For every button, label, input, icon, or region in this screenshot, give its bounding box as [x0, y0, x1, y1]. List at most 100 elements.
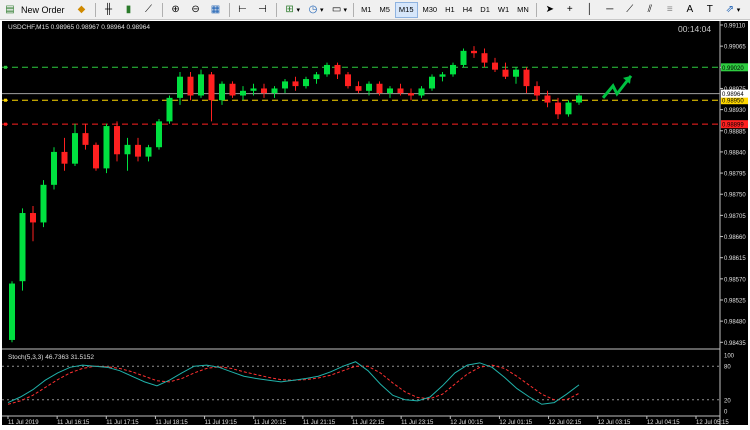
level-price-label: 0.98899: [722, 123, 744, 129]
candle-body: [460, 50, 467, 65]
timeframe-mn[interactable]: MN: [514, 2, 532, 18]
time-tick-label: 11 Jul 22:15: [352, 420, 385, 425]
level-price-label: 0.98950: [722, 99, 744, 105]
text-tool-button[interactable]: A: [681, 2, 699, 18]
candle-body: [418, 88, 425, 96]
candle-body: [261, 88, 267, 94]
horizontal-line-button[interactable]: ─: [601, 2, 619, 18]
timeframe-m5[interactable]: M5: [376, 2, 392, 18]
candle-body: [145, 147, 152, 157]
candle-body: [72, 133, 78, 164]
main-toolbar: ▤ New Order ◆ ╫ ▮ ⟋ ⊕ ⊖ ▦ ⊢ ⊣ ⊞ ▾ ◷ ▾ ▭ ▾ M…: [0, 0, 750, 20]
candle-body: [576, 95, 582, 103]
channel-button[interactable]: ⫽: [641, 2, 659, 18]
candle-body: [208, 74, 215, 101]
candlestick-button[interactable]: ▮: [120, 2, 138, 18]
channel-icon: ⫽: [647, 3, 653, 15]
arrows-tool-icon: ⇗: [725, 3, 734, 15]
candle-body: [303, 79, 309, 87]
candle-body: [198, 74, 204, 96]
zoom-out-button[interactable]: ⊖: [187, 2, 205, 18]
time-tick-label: 11 Jul 19:15: [205, 420, 238, 425]
price-tick-label: 0.98885: [724, 129, 746, 135]
price-tick-label: 0.98435: [724, 341, 746, 347]
timeframe-h1[interactable]: H1: [442, 2, 458, 18]
candle-body: [219, 83, 225, 101]
horizontal-line-icon: ─: [606, 3, 614, 15]
zoom-in-icon: ⊕: [171, 3, 180, 15]
zoom-in-button[interactable]: ⊕: [167, 2, 185, 18]
candle-body: [19, 213, 26, 282]
label-tool-button[interactable]: T: [701, 2, 719, 18]
stoch-tick-label: 100: [724, 354, 735, 360]
candle-body: [555, 102, 561, 115]
time-tick-label: 11 Jul 17:15: [106, 420, 139, 425]
time-tick-label: 12 Jul 05:15: [696, 420, 729, 425]
trendline-button[interactable]: ⟋: [621, 2, 639, 18]
time-tick-label: 12 Jul 03:15: [598, 420, 631, 425]
candle-body: [376, 83, 383, 94]
candle-body: [61, 151, 68, 164]
autoscroll-button[interactable]: ⊣: [254, 2, 272, 18]
fibonacci-button[interactable]: ≡: [661, 2, 679, 18]
price-tick-label: 0.98795: [724, 172, 746, 178]
autotrading-button[interactable]: ◆: [73, 2, 91, 18]
timeframe-m30[interactable]: M30: [420, 2, 441, 18]
candle-body: [229, 83, 236, 96]
stoch-tick-label: 80: [724, 365, 731, 371]
timeframe-d1[interactable]: D1: [477, 2, 493, 18]
timeframe-m15[interactable]: M15: [394, 1, 418, 18]
time-tick-label: 11 Jul 18:15: [155, 420, 188, 425]
indicators-button[interactable]: ⊞ ▾: [281, 2, 303, 18]
tile-windows-button[interactable]: ▦: [207, 2, 225, 18]
line-chart-button[interactable]: ⟋: [140, 2, 158, 18]
candle-body: [124, 144, 131, 155]
candle-timer: 00:14:04: [678, 24, 711, 34]
candle-body: [292, 81, 299, 87]
candle-body: [534, 86, 540, 96]
price-tick-label: 0.98840: [724, 150, 746, 156]
time-tick-label: 11 Jul 20:15: [254, 420, 287, 425]
candlestick-icon: ▮: [125, 3, 132, 15]
price-tick-label: 0.98750: [724, 193, 746, 199]
arrows-tool-button[interactable]: ⇗ ▾: [721, 2, 743, 18]
candle-body: [387, 88, 393, 94]
candle-body: [40, 184, 47, 223]
timeframe-h4[interactable]: H4: [460, 2, 476, 18]
new-order-label: New Order: [21, 4, 65, 15]
chart-canvas[interactable]: USDCHF,M15 0.98965 0.98967 0.98964 0.989…: [2, 21, 748, 425]
stoch-tick-label: 0: [724, 410, 728, 416]
candle-body: [240, 90, 246, 96]
stoch-main-line: [7, 361, 580, 405]
candle-body: [492, 62, 498, 70]
timeframe-m1[interactable]: M1: [358, 2, 374, 18]
price-tick-label: 0.98660: [724, 235, 746, 241]
bar-chart-button[interactable]: ╫: [100, 2, 118, 18]
crosshair-tool-button[interactable]: +: [561, 2, 579, 18]
candle-body: [408, 93, 414, 96]
label-tool-icon: T: [706, 3, 713, 15]
autotrading-icon: ◆: [77, 3, 86, 15]
candle-body: [544, 95, 551, 103]
price-tick-label: 0.98480: [724, 320, 746, 326]
timeframe-w1[interactable]: W1: [495, 2, 512, 18]
new-order-button[interactable]: ▤ New Order: [1, 2, 71, 18]
price-tick-label: 0.98570: [724, 277, 746, 283]
vertical-line-button[interactable]: │: [581, 2, 599, 18]
candle-body: [282, 81, 288, 89]
toolbar-separator: [161, 2, 163, 17]
candle-body: [513, 69, 519, 77]
candle-body: [439, 74, 446, 77]
stoch-tick-label: 20: [724, 398, 731, 404]
candle-body: [30, 213, 36, 223]
chart-shift-button[interactable]: ⊢: [234, 2, 252, 18]
time-tick-label: 12 Jul 04:15: [647, 420, 680, 425]
periods-button[interactable]: ◷ ▾: [304, 2, 326, 18]
price-tick-label: 0.98705: [724, 214, 746, 220]
candle-body: [523, 69, 530, 87]
time-tick-label: 11 Jul 23:15: [401, 420, 434, 425]
candle-body: [450, 64, 456, 75]
templates-button[interactable]: ▭ ▾: [328, 2, 350, 18]
chart-window[interactable]: USDCHF,M15 0.98965 0.98967 0.98964 0.989…: [2, 21, 748, 425]
cursor-tool-button[interactable]: ➤: [541, 2, 559, 18]
